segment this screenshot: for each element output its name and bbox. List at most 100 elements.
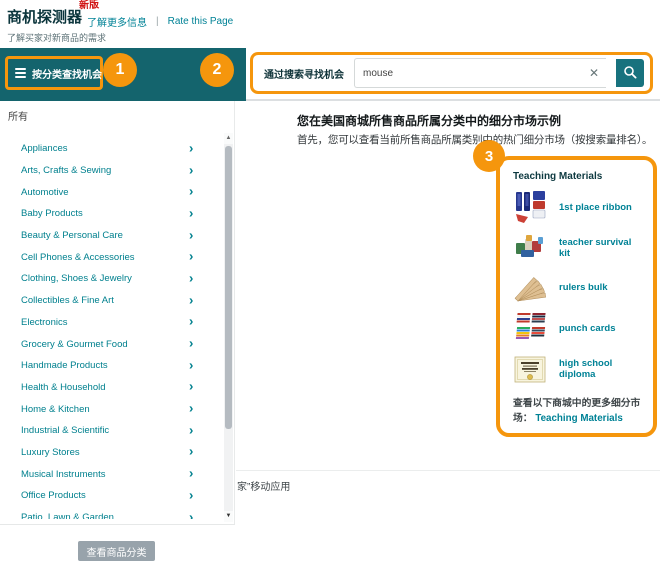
step-1-badge: 1	[103, 53, 137, 87]
category-row[interactable]: Collectibles & Fine Art ›	[0, 290, 224, 312]
category-row[interactable]: Office Products ›	[0, 485, 224, 507]
survival-kit-thumb	[513, 229, 547, 267]
view-categories-button[interactable]: 查看商品分类	[78, 541, 155, 561]
category-label: Health & Household	[21, 382, 106, 393]
category-label: Grocery & Gourmet Food	[21, 339, 128, 350]
scroll-down-arrow-icon[interactable]: ▼	[224, 511, 233, 522]
page-title: 商机探测器	[7, 6, 82, 27]
search-button[interactable]	[616, 59, 644, 87]
category-row[interactable]: Grocery & Gourmet Food ›	[0, 333, 224, 355]
chevron-right-icon: ›	[189, 422, 193, 437]
category-row[interactable]: Baby Products ›	[0, 203, 224, 225]
category-row[interactable]: Handmade Products ›	[0, 355, 224, 377]
category-row[interactable]: Electronics ›	[0, 312, 224, 334]
chevron-right-icon: ›	[189, 400, 193, 415]
sidebar-footer: 查看商品分类	[0, 524, 235, 567]
chevron-right-icon: ›	[189, 335, 193, 350]
category-row[interactable]: Home & Kitchen ›	[0, 398, 224, 420]
niche-label[interactable]: rulers bulk	[559, 282, 608, 293]
category-label: Office Products	[21, 490, 86, 501]
niche-footer-link[interactable]: Teaching Materials	[535, 413, 622, 424]
category-label: Industrial & Scientific	[21, 425, 109, 436]
category-row[interactable]: Health & Household ›	[0, 377, 224, 399]
chevron-right-icon: ›	[189, 162, 193, 177]
niche-panel-footer: 查看以下商城中的更多细分市场： Teaching Materials	[513, 397, 643, 426]
chevron-right-icon: ›	[189, 227, 193, 242]
punch-cards-thumb	[513, 309, 547, 347]
diploma-thumb	[513, 350, 547, 388]
ribbons-thumb	[513, 188, 547, 226]
niche-row[interactable]: rulers bulk	[513, 268, 643, 308]
niche-row[interactable]: punch cards	[513, 308, 643, 348]
browse-by-category-button[interactable]: 按分类查找机会	[5, 56, 103, 90]
category-label: Clothing, Shoes & Jewelry	[21, 273, 132, 284]
browse-by-category-label: 按分类查找机会	[32, 66, 102, 81]
category-label: Electronics	[21, 317, 67, 328]
search-input[interactable]	[355, 68, 582, 79]
step-3-badge: 3	[473, 140, 505, 172]
chevron-right-icon: ›	[189, 249, 193, 264]
sidebar-scrollbar[interactable]: ▲ ▼	[224, 133, 233, 522]
category-label: Musical Instruments	[21, 469, 105, 480]
learn-more-link[interactable]: 了解更多信息	[87, 14, 147, 29]
category-row[interactable]: Musical Instruments ›	[0, 463, 224, 485]
scrollbar-thumb[interactable]	[225, 146, 232, 429]
category-row[interactable]: Beauty & Personal Care ›	[0, 225, 224, 247]
chevron-right-icon: ›	[189, 379, 193, 394]
category-label: Baby Products	[21, 208, 83, 219]
search-by-keyword-label: 通过搜索寻找机会	[264, 66, 344, 81]
niche-row[interactable]: 1st place ribbon	[513, 187, 643, 227]
category-label: Luxury Stores	[21, 447, 80, 458]
niche-row[interactable]: high school diploma	[513, 349, 643, 389]
niche-label[interactable]: teacher survival kit	[559, 237, 643, 259]
niche-label[interactable]: 1st place ribbon	[559, 202, 632, 213]
chevron-right-icon: ›	[189, 270, 193, 285]
category-label: Beauty & Personal Care	[21, 230, 123, 241]
clipped-footer-text: 家”移动应用	[237, 478, 290, 493]
category-row[interactable]: Patio, Lawn & Garden ›	[0, 507, 224, 519]
niche-label[interactable]: punch cards	[559, 323, 616, 334]
category-label: Collectibles & Fine Art	[21, 295, 114, 306]
step-2-badge: 2	[200, 53, 234, 87]
header-links: 了解更多信息 | Rate this Page	[87, 14, 233, 29]
links-separator: |	[156, 16, 159, 27]
category-row[interactable]: Cell Phones & Accessories ›	[0, 246, 224, 268]
page-tagline: 了解买家对新商品的需求	[7, 31, 106, 44]
niche-panel-title: Teaching Materials	[513, 171, 643, 182]
clear-search-icon[interactable]: ✕	[582, 67, 606, 79]
category-list: Appliances › Arts, Crafts & Sewing › Aut…	[0, 134, 224, 519]
niche-label[interactable]: high school diploma	[559, 358, 643, 380]
niche-row[interactable]: teacher survival kit	[513, 227, 643, 267]
category-row[interactable]: Luxury Stores ›	[0, 442, 224, 464]
search-icon	[623, 65, 637, 82]
category-row[interactable]: Appliances ›	[0, 138, 224, 160]
category-label: Appliances	[21, 143, 67, 154]
chevron-right-icon: ›	[189, 140, 193, 155]
category-label: Home & Kitchen	[21, 404, 90, 415]
search-highlight-box: 通过搜索寻找机会 ✕	[250, 52, 653, 94]
chevron-right-icon: ›	[189, 314, 193, 329]
category-row[interactable]: Arts, Crafts & Sewing ›	[0, 160, 224, 182]
chevron-right-icon: ›	[189, 292, 193, 307]
category-row[interactable]: Clothing, Shoes & Jewelry ›	[0, 268, 224, 290]
rate-page-link[interactable]: Rate this Page	[168, 16, 234, 27]
chevron-right-icon: ›	[189, 465, 193, 480]
niche-list: 1st place ribbon teacher survival kit	[513, 187, 643, 389]
category-sidebar: 所有 Appliances › Arts, Crafts & Sewing › …	[0, 101, 235, 524]
rulers-thumb	[513, 269, 547, 307]
category-row[interactable]: Industrial & Scientific ›	[0, 420, 224, 442]
category-label: Cell Phones & Accessories	[21, 252, 135, 263]
category-label: Arts, Crafts & Sewing	[21, 165, 111, 176]
niche-panel: Teaching Materials 1st place ribbon	[496, 156, 657, 437]
category-label: Handmade Products	[21, 360, 108, 371]
chevron-right-icon: ›	[189, 184, 193, 199]
niche-examples-subheading: 首先，您可以查看当前所售商品所属类别中的热门细分市场（按搜索量排名）。	[297, 132, 652, 147]
opportunity-explorer-page: 商机探测器 新版 了解更多信息 | Rate this Page 了解买家对新商…	[0, 0, 660, 567]
category-row[interactable]: Automotive ›	[0, 181, 224, 203]
chevron-right-icon: ›	[189, 444, 193, 459]
scroll-up-arrow-icon[interactable]: ▲	[224, 133, 233, 144]
search-field: ✕	[354, 58, 606, 88]
new-version-badge: 新版	[79, 0, 100, 12]
all-categories-label: 所有	[8, 108, 28, 123]
app-header: 商机探测器 新版 了解更多信息 | Rate this Page 了解买家对新商…	[0, 0, 660, 48]
